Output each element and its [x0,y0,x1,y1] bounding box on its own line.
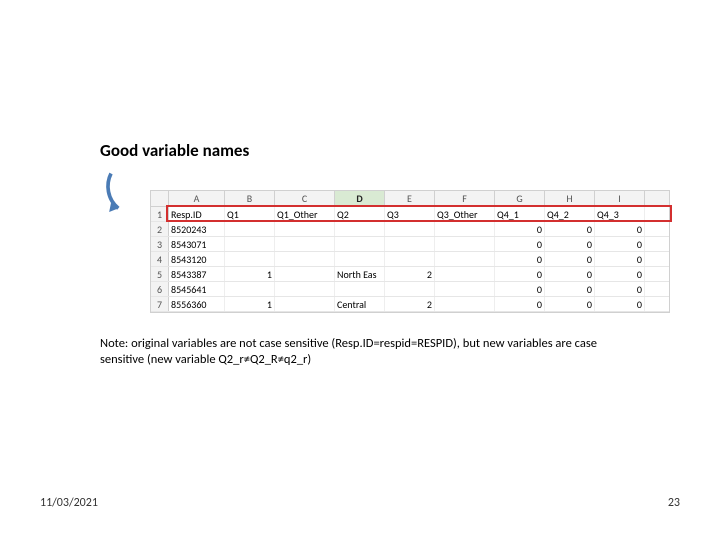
cell[interactable] [275,267,335,281]
cell[interactable] [225,252,275,266]
cell[interactable]: North Eas [335,267,385,281]
cell[interactable]: 0 [545,237,595,251]
cell[interactable] [385,237,435,251]
cell[interactable]: 8556360 [169,297,225,311]
cell[interactable]: Q4_3 [595,207,645,221]
cell[interactable]: Q4_1 [495,207,545,221]
cell[interactable]: 0 [595,282,645,296]
note-text: Note: original variables are not case se… [100,336,620,367]
col-header[interactable]: H [545,191,595,206]
cell[interactable]: Q4_2 [545,207,595,221]
cell[interactable] [275,252,335,266]
table-row: 28520243000 [151,222,669,237]
cell[interactable] [435,282,495,296]
row-number[interactable]: 2 [151,222,169,236]
cell[interactable]: 0 [495,252,545,266]
cell[interactable] [335,237,385,251]
cell[interactable]: 0 [495,222,545,236]
col-header[interactable]: F [435,191,495,206]
footer-date: 11/03/2021 [40,496,98,510]
cell[interactable]: 0 [495,267,545,281]
cell[interactable] [275,222,335,236]
curved-arrow-icon [100,168,155,223]
col-header[interactable]: E [385,191,435,206]
table-row: 68545641000 [151,282,669,297]
row-number[interactable]: 6 [151,282,169,296]
cell[interactable]: 0 [545,222,595,236]
cell[interactable]: 1 [225,297,275,311]
cell[interactable]: 0 [545,267,595,281]
cell[interactable]: 0 [545,282,595,296]
cell[interactable]: Q1_Other [275,207,335,221]
cell[interactable] [385,222,435,236]
cell[interactable]: 0 [495,297,545,311]
row-number[interactable]: 4 [151,252,169,266]
col-header[interactable]: B [225,191,275,206]
cell[interactable]: 0 [595,267,645,281]
spreadsheet: A B C D E F G H I 1Resp.IDQ1Q1_OtherQ2Q3… [150,190,670,313]
cell[interactable]: 0 [595,222,645,236]
cell[interactable] [225,282,275,296]
corner-cell [151,191,169,206]
cell[interactable]: Q3_Other [435,207,495,221]
cell[interactable]: Q1 [225,207,275,221]
col-header[interactable]: G [495,191,545,206]
row-number[interactable]: 5 [151,267,169,281]
col-header-selected[interactable]: D [335,191,385,206]
cell[interactable]: 8543071 [169,237,225,251]
cell[interactable] [225,237,275,251]
slide: Good variable names A B C D E F G H I 1R… [0,0,720,540]
cell[interactable]: 0 [495,237,545,251]
col-header[interactable]: I [595,191,645,206]
cell[interactable] [385,252,435,266]
cell[interactable]: 0 [595,237,645,251]
cell[interactable]: 8545641 [169,282,225,296]
cell[interactable]: 2 [385,267,435,281]
table-row: 38543071000 [151,237,669,252]
cell[interactable]: 2 [385,297,435,311]
cell[interactable]: 1 [225,267,275,281]
cell[interactable]: 0 [595,297,645,311]
cell[interactable]: Q2 [335,207,385,221]
cell[interactable] [335,252,385,266]
row-number[interactable]: 7 [151,297,169,311]
cell[interactable] [335,222,385,236]
cell[interactable] [275,297,335,311]
cell[interactable] [435,297,495,311]
cell[interactable]: 0 [495,282,545,296]
cell[interactable] [435,267,495,281]
cell[interactable] [275,237,335,251]
cell[interactable] [275,282,335,296]
cell[interactable]: Central [335,297,385,311]
cell[interactable]: 8543387 [169,267,225,281]
cell[interactable] [335,282,385,296]
cell[interactable] [435,222,495,236]
cell[interactable]: 8520243 [169,222,225,236]
cell[interactable]: 8543120 [169,252,225,266]
col-header[interactable]: C [275,191,335,206]
cell[interactable]: 0 [545,297,595,311]
table-row: 1Resp.IDQ1Q1_OtherQ2Q3Q3_OtherQ4_1Q4_2Q4… [151,207,669,222]
cell[interactable] [435,252,495,266]
cell[interactable] [435,237,495,251]
table-row: 48543120000 [151,252,669,267]
table-row: 785563601Central2000 [151,297,669,312]
cell[interactable]: Q3 [385,207,435,221]
column-header-row: A B C D E F G H I [151,191,669,207]
slide-title: Good variable names [100,140,249,161]
table-row: 585433871North Eas2000 [151,267,669,282]
cell[interactable]: 0 [545,252,595,266]
row-number[interactable]: 1 [151,207,169,221]
footer-page: 23 [668,496,680,510]
cell[interactable] [385,282,435,296]
row-number[interactable]: 3 [151,237,169,251]
cell[interactable]: 0 [595,252,645,266]
cell[interactable] [225,222,275,236]
cell[interactable]: Resp.ID [169,207,225,221]
col-header[interactable]: A [169,191,225,206]
